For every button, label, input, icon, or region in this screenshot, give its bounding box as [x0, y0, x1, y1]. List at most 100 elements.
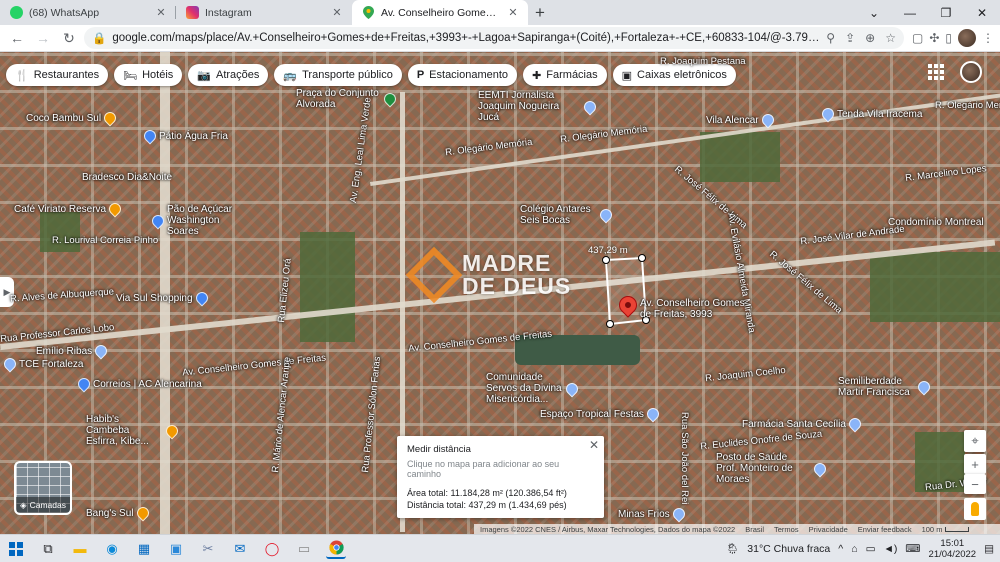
edge-browser-icon[interactable]: ◉ — [102, 539, 122, 559]
chrome-icon[interactable] — [326, 539, 346, 559]
map-poi[interactable]: Farmácia Santa Cecília — [742, 415, 864, 433]
sidepanel-icon[interactable]: ▯ — [945, 31, 952, 45]
chip-restaurants[interactable]: 🍴 Restaurantes — [6, 64, 109, 86]
diamond-logo-icon — [405, 246, 463, 304]
battery-icon[interactable]: ▭ — [866, 543, 876, 555]
map-poi[interactable]: Condomínio Montreal — [888, 217, 984, 228]
photos-icon[interactable]: ▣ — [166, 539, 186, 559]
map-poi[interactable]: Via Sul Shopping — [116, 289, 211, 307]
forward-icon[interactable]: → — [32, 27, 54, 49]
map-profile-avatar[interactable] — [960, 61, 982, 83]
map-poi[interactable]: Vila Alencar — [706, 111, 777, 129]
layers-icon: ◈ — [20, 499, 27, 510]
poi-pin-icon — [193, 289, 211, 307]
whatsapp-icon — [10, 6, 23, 19]
file-explorer-icon[interactable]: ▬ — [70, 539, 90, 559]
map-poi[interactable]: Emílio Ribas — [36, 342, 110, 360]
map-poi[interactable]: Comunidade Servos da Divina Misericórdia… — [486, 372, 581, 405]
map-poi[interactable]: Coco Bambu Sul — [26, 109, 119, 127]
reload-icon[interactable]: ↻ — [58, 27, 80, 49]
map-poi[interactable]: Habib's Cambeba Esfirra, Kibe... — [86, 414, 181, 447]
weather-icon[interactable]: 🌦 — [726, 542, 739, 555]
extension-square-icon[interactable]: ▢ — [912, 31, 923, 45]
my-location-button[interactable]: ⌖ — [964, 430, 986, 452]
map-poi[interactable]: Praça do Conjunto Alvorada — [296, 88, 399, 110]
restore-icon[interactable]: ❐ — [928, 0, 964, 25]
map-poi[interactable]: Correios | AC Alencarina — [75, 375, 202, 393]
location-icon[interactable]: ⚲ — [826, 31, 835, 45]
satellite-map[interactable]: 🍴 Restaurantes 🛏 Hotéis 📷 Atrações 🚌 Transpo… — [0, 52, 1000, 534]
map-poi[interactable]: Posto de Saúde Prof. Monteiro de Moraes — [716, 452, 829, 485]
map-poi[interactable]: Minas Frios — [618, 505, 688, 523]
map-scale[interactable]: 100 m — [922, 525, 970, 534]
google-apps-icon[interactable] — [928, 64, 944, 80]
chip-atms[interactable]: ▣ Caixas eletrônicos — [612, 64, 736, 86]
minimize-icon[interactable]: — — [892, 0, 928, 25]
chip-parking[interactable]: P Estacionamento — [407, 64, 518, 86]
map-poi[interactable]: Pão de Açúcar Washington Soares — [149, 204, 244, 237]
map-poi[interactable]: Semiliberdade Martir Francisca — [838, 376, 933, 398]
store-icon[interactable]: ▦ — [134, 539, 154, 559]
zoom-out-button[interactable]: − — [964, 474, 986, 494]
chip-pharmacies[interactable]: ✚ Farmácias — [523, 64, 607, 86]
back-icon[interactable]: ← — [6, 27, 28, 49]
notifications-icon[interactable]: ▤ — [984, 543, 994, 555]
map-poi[interactable]: Pátio Água Fria — [141, 127, 228, 145]
chip-attractions[interactable]: 📷 Atrações — [188, 64, 269, 86]
chip-transit[interactable]: 🚌 Transporte público — [274, 64, 402, 86]
map-poi[interactable]: Tenda Vila Iracema — [819, 105, 922, 123]
mail-icon[interactable]: ✉ — [230, 539, 250, 559]
opera-icon[interactable]: ◯ — [262, 539, 282, 559]
map-poi[interactable]: Espaço Tropical Festas — [540, 405, 662, 423]
street-view-pegman[interactable] — [964, 498, 986, 520]
new-tab-button[interactable]: + — [528, 0, 552, 25]
pegman-icon — [971, 502, 979, 516]
zoom-in-button[interactable]: + — [964, 454, 986, 474]
keyboard-icon[interactable]: ⌨ — [905, 543, 920, 555]
map-poi[interactable]: Colégio Antares Seis Bocas — [520, 204, 615, 226]
share-icon[interactable]: ⇪ — [845, 31, 855, 45]
document-icon[interactable]: ▭ — [294, 539, 314, 559]
tab-google-maps[interactable]: Av. Conselheiro Gomes de Freitas ✕ — [352, 0, 528, 25]
poi-pin-icon — [101, 109, 119, 127]
road-label: R. Joaquim Pestana — [660, 56, 746, 67]
clock[interactable]: 15:01 21/04/2022 — [929, 538, 977, 560]
close-icon[interactable]: ✕ — [330, 6, 344, 19]
lock-icon[interactable]: 🔒 — [92, 31, 106, 45]
chip-hotels[interactable]: 🛏 Hotéis — [114, 64, 183, 86]
map-poi[interactable]: EEMTI Jornalista Joaquim Nogueira Jucá — [478, 90, 599, 123]
map-poi[interactable]: Bradesco Dia&Noite — [82, 172, 172, 183]
tab-whatsapp[interactable]: (68) WhatsApp ✕ — [0, 0, 176, 25]
task-view-icon[interactable]: ⧉ — [38, 539, 58, 559]
windows-start-icon[interactable] — [6, 539, 26, 559]
volume-icon[interactable]: ◄) — [883, 543, 897, 555]
privacy-link[interactable]: Privacidade — [809, 525, 848, 534]
terms-link[interactable]: Termos — [774, 525, 799, 534]
layers-toggle[interactable]: ◈ Camadas — [14, 461, 72, 515]
chevron-down-icon[interactable]: ⌄ — [856, 0, 892, 25]
close-icon[interactable]: ✕ — [589, 438, 599, 452]
tab-title: Instagram — [205, 6, 252, 19]
star-icon[interactable]: ☆ — [885, 31, 896, 45]
menu-dots-icon[interactable]: ⋮ — [982, 31, 994, 45]
map-poi[interactable]: TCE Fortaleza — [1, 355, 83, 373]
poi-pin-icon — [581, 98, 599, 115]
map-attribution: Imagens ©2022 CNES / Airbus, Maxar Techn… — [474, 524, 1000, 534]
snipping-icon[interactable]: ✂ — [198, 539, 218, 559]
map-poi[interactable]: Bang's Sul — [86, 504, 151, 522]
map-poi[interactable]: Café Viriato Reserva — [14, 200, 124, 218]
close-window-icon[interactable]: ✕ — [964, 0, 1000, 25]
address-bar[interactable]: 🔒 google.com/maps/place/Av.+Conselheiro+… — [84, 27, 904, 49]
profile-avatar[interactable] — [958, 29, 976, 47]
weather-text[interactable]: 31°C Chuva fraca — [747, 543, 830, 555]
network-icon[interactable]: ⌂ — [851, 543, 857, 555]
feedback-link[interactable]: Enviar feedback — [858, 525, 912, 534]
zoom-icon[interactable]: ⊕ — [865, 31, 875, 45]
tab-instagram[interactable]: Instagram ✕ — [176, 0, 352, 25]
puzzle-icon[interactable]: ✣ — [929, 31, 939, 45]
close-icon[interactable]: ✕ — [154, 6, 168, 19]
country-link[interactable]: Brasil — [745, 525, 764, 534]
close-icon[interactable]: ✕ — [506, 6, 520, 19]
road-label: R. Euclides Onofre de Souza — [699, 428, 823, 453]
chevron-up-icon[interactable]: ^ — [838, 543, 843, 555]
